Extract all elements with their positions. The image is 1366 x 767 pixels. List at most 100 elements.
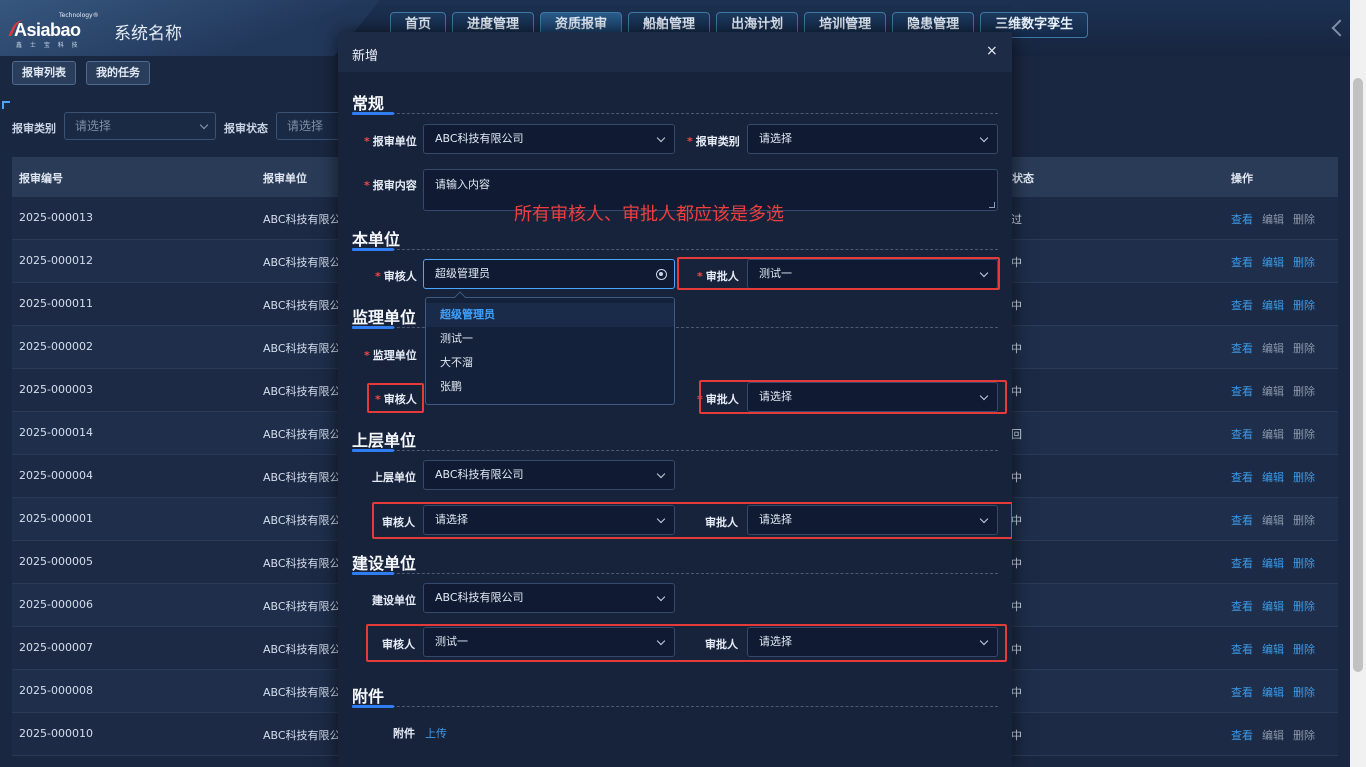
label-review-category-text: 报审类别 bbox=[695, 135, 740, 148]
col-header-status: 状态 bbox=[1012, 172, 1034, 185]
upload-link[interactable]: 上传 bbox=[425, 725, 447, 741]
row-unit: ABC科技有限公 bbox=[263, 428, 341, 441]
section-underline bbox=[352, 705, 394, 708]
edit-link[interactable]: 编辑 bbox=[1262, 297, 1284, 313]
resize-handle-icon[interactable] bbox=[989, 202, 995, 208]
view-link[interactable]: 查看 bbox=[1231, 383, 1253, 399]
logo-tagline: Technology® bbox=[59, 12, 99, 19]
dropdown-option[interactable]: 超级管理员 bbox=[426, 303, 674, 327]
review-category-select[interactable]: 请选择 bbox=[747, 124, 998, 154]
page-scrollbar[interactable] bbox=[1350, 0, 1366, 767]
row-code: 2025-000014 bbox=[19, 426, 93, 439]
chevron-down-icon bbox=[656, 469, 666, 479]
edit-link[interactable]: 编辑 bbox=[1262, 211, 1284, 227]
section-underline bbox=[352, 326, 394, 329]
delete-link[interactable]: 删除 bbox=[1293, 297, 1315, 313]
edit-link[interactable]: 编辑 bbox=[1262, 254, 1284, 270]
back-arrow-icon[interactable] bbox=[1331, 19, 1349, 37]
section-underline bbox=[352, 248, 394, 251]
filter-status-select[interactable]: 请选择 bbox=[276, 112, 346, 140]
section-title-attachment: 附件 bbox=[352, 687, 385, 706]
row-code: 2025-000006 bbox=[19, 598, 93, 611]
section-title-own-unit: 本单位 bbox=[352, 230, 401, 249]
delete-link[interactable]: 删除 bbox=[1293, 555, 1315, 571]
delete-link[interactable]: 删除 bbox=[1293, 598, 1315, 614]
delete-link[interactable]: 删除 bbox=[1293, 641, 1315, 657]
edit-link[interactable]: 编辑 bbox=[1262, 727, 1284, 743]
scrollbar-thumb[interactable] bbox=[1353, 78, 1363, 672]
own-reviewer-select[interactable]: 超级管理员 bbox=[423, 259, 675, 289]
label-review-content-text: 报审内容 bbox=[372, 179, 417, 192]
view-link[interactable]: 查看 bbox=[1231, 684, 1253, 700]
edit-link[interactable]: 编辑 bbox=[1262, 469, 1284, 485]
edit-link[interactable]: 编辑 bbox=[1262, 641, 1284, 657]
dropdown-option[interactable]: 测试一 bbox=[426, 327, 674, 351]
required-mark: * bbox=[375, 270, 381, 283]
subtab-review-list[interactable]: 报审列表 bbox=[12, 61, 76, 85]
section-title-upper: 上层单位 bbox=[352, 431, 417, 450]
row-unit: ABC科技有限公 bbox=[263, 557, 341, 570]
view-link[interactable]: 查看 bbox=[1231, 297, 1253, 313]
view-link[interactable]: 查看 bbox=[1231, 512, 1253, 528]
own-reviewer-value: 超级管理员 bbox=[435, 267, 490, 280]
label-supervision-unit: * 监理单位 bbox=[364, 347, 417, 363]
filter-label-category: 报审类别 bbox=[12, 122, 56, 135]
view-link[interactable]: 查看 bbox=[1231, 727, 1253, 743]
delete-link[interactable]: 删除 bbox=[1293, 684, 1315, 700]
label-upper-unit: 上层单位 bbox=[372, 471, 416, 484]
row-unit: ABC科技有限公 bbox=[263, 299, 341, 312]
dropdown-option[interactable]: 张鹏 bbox=[426, 375, 674, 399]
delete-link[interactable]: 删除 bbox=[1293, 426, 1315, 442]
row-status: 过 bbox=[1011, 213, 1022, 226]
chevron-down-icon bbox=[656, 133, 666, 143]
view-link[interactable]: 查看 bbox=[1231, 211, 1253, 227]
review-unit-select[interactable]: ABC科技有限公司 bbox=[423, 124, 675, 154]
clear-circle-icon[interactable] bbox=[656, 269, 667, 280]
annotation-box-construction bbox=[366, 624, 1007, 662]
edit-link[interactable]: 编辑 bbox=[1262, 383, 1284, 399]
dropdown-option[interactable]: 大不溜 bbox=[426, 351, 674, 375]
delete-link[interactable]: 删除 bbox=[1293, 469, 1315, 485]
construction-unit-select[interactable]: ABC科技有限公司 bbox=[423, 583, 675, 613]
view-link[interactable]: 查看 bbox=[1231, 469, 1253, 485]
edit-link[interactable]: 编辑 bbox=[1262, 340, 1284, 356]
sub-tabs: 报审列表 我的任务 bbox=[12, 61, 150, 85]
edit-link[interactable]: 编辑 bbox=[1262, 512, 1284, 528]
view-link[interactable]: 查看 bbox=[1231, 426, 1253, 442]
row-code: 2025-000013 bbox=[19, 211, 93, 224]
dialog-header: 新增 × bbox=[338, 32, 1012, 72]
edit-link[interactable]: 编辑 bbox=[1262, 555, 1284, 571]
system-name: 系统名称 bbox=[114, 24, 182, 44]
label-supervision-unit-text: 监理单位 bbox=[372, 349, 417, 362]
required-mark: * bbox=[364, 135, 370, 148]
section-title-construction: 建设单位 bbox=[352, 554, 417, 573]
filter-category-placeholder: 请选择 bbox=[75, 119, 112, 133]
row-unit: ABC科技有限公 bbox=[263, 514, 341, 527]
row-code: 2025-000002 bbox=[19, 340, 93, 353]
view-link[interactable]: 查看 bbox=[1231, 555, 1253, 571]
delete-link[interactable]: 删除 bbox=[1293, 727, 1315, 743]
view-link[interactable]: 查看 bbox=[1231, 598, 1253, 614]
section-underline bbox=[352, 572, 394, 575]
subtab-my-tasks[interactable]: 我的任务 bbox=[86, 61, 150, 85]
delete-link[interactable]: 删除 bbox=[1293, 211, 1315, 227]
view-link[interactable]: 查看 bbox=[1231, 254, 1253, 270]
filter-category-select[interactable]: 请选择 bbox=[64, 112, 216, 140]
row-status: 中 bbox=[1011, 342, 1022, 355]
edit-link[interactable]: 编辑 bbox=[1262, 426, 1284, 442]
row-unit: ABC科技有限公 bbox=[263, 600, 341, 613]
delete-link[interactable]: 删除 bbox=[1293, 383, 1315, 399]
edit-link[interactable]: 编辑 bbox=[1262, 598, 1284, 614]
row-status: 中 bbox=[1011, 385, 1022, 398]
close-icon[interactable]: × bbox=[986, 43, 998, 59]
view-link[interactable]: 查看 bbox=[1231, 641, 1253, 657]
delete-link[interactable]: 删除 bbox=[1293, 512, 1315, 528]
annotation-box-upper bbox=[372, 502, 1012, 539]
upper-unit-select[interactable]: ABC科技有限公司 bbox=[423, 460, 675, 490]
delete-link[interactable]: 删除 bbox=[1293, 254, 1315, 270]
delete-link[interactable]: 删除 bbox=[1293, 340, 1315, 356]
view-link[interactable]: 查看 bbox=[1231, 340, 1253, 356]
edit-link[interactable]: 编辑 bbox=[1262, 684, 1284, 700]
col-header-unit: 报审单位 bbox=[263, 172, 307, 185]
label-own-reviewer: * 审核人 bbox=[375, 268, 417, 284]
